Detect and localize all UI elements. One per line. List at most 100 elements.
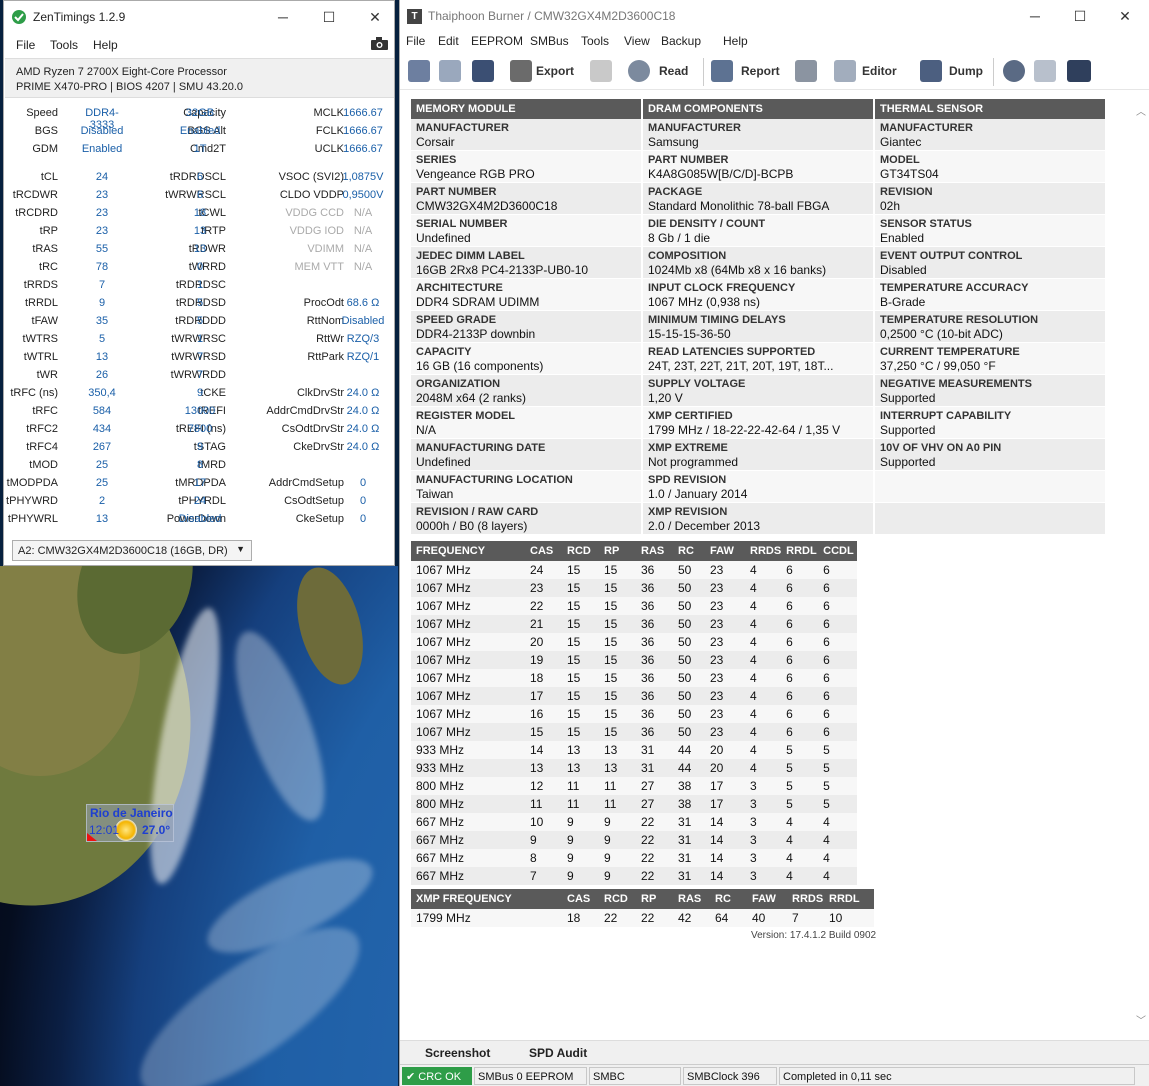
spd-field: REVISION / RAW CARD 0000h / B0 (8 layers) bbox=[411, 503, 641, 535]
table-cell: 6 bbox=[818, 615, 858, 633]
smbus-status: SMBus 0 EEPROM 53h bbox=[474, 1067, 587, 1085]
timing-row: tRAS 55 tRDWR 13 VDIMM N/A bbox=[4, 243, 394, 261]
table-cell: 36 bbox=[636, 633, 673, 651]
field-value: Corsair bbox=[416, 135, 455, 149]
dump-grid-icon[interactable] bbox=[920, 60, 942, 82]
table-header: RAS bbox=[636, 541, 673, 561]
report-button[interactable]: Report bbox=[741, 58, 780, 84]
timing-value: 24.0 Ω bbox=[346, 387, 380, 399]
spd-field: NEGATIVE MEASUREMENTS Supported bbox=[875, 375, 1105, 407]
menu-edit[interactable]: Edit bbox=[438, 34, 459, 48]
table-cell: 15 bbox=[562, 723, 599, 741]
timing-row: tMODPDA 25 tMRDPDA 17 AddrCmdSetup 0 bbox=[4, 477, 394, 495]
field-label: MANUFACTURING DATE bbox=[416, 442, 546, 454]
table-cell: 31 bbox=[673, 849, 705, 867]
table-cell: 50 bbox=[673, 705, 705, 723]
scroll-down-icon[interactable]: ﹀ bbox=[1136, 1012, 1146, 1027]
field-label: READ LATENCIES SUPPORTED bbox=[648, 346, 816, 358]
table-cell: 5 bbox=[781, 759, 819, 777]
maximize-button[interactable]: ☐ bbox=[1057, 0, 1103, 32]
menu-file[interactable]: File bbox=[406, 34, 425, 48]
timing-label: tPHYWRL bbox=[7, 513, 58, 525]
table-cell: 36 bbox=[636, 597, 673, 615]
table-cell: 4 bbox=[745, 669, 782, 687]
close-button[interactable]: ✕ bbox=[1102, 0, 1148, 32]
tab-spd-audit[interactable]: SPD Audit bbox=[529, 1046, 587, 1060]
menu-smbus[interactable]: SMBus bbox=[530, 34, 569, 48]
lock-icon[interactable] bbox=[590, 60, 612, 82]
title-bar[interactable]: ZenTimings 1.2.9 ─ ☐ ✕ bbox=[4, 1, 394, 33]
menu-eeprom[interactable]: EEPROM bbox=[471, 34, 523, 48]
oscilloscope-icon[interactable] bbox=[1067, 60, 1091, 82]
table-cell: 15 bbox=[525, 723, 562, 741]
field-value: Not programmed bbox=[648, 455, 739, 469]
table-cell: 1067 MHz bbox=[411, 615, 525, 633]
field-value: Taiwan bbox=[416, 487, 454, 501]
title-bar[interactable]: T Thaiphoon Burner / CMW32GX4M2D3600C18 … bbox=[400, 0, 1149, 32]
vertical-scrollbar[interactable]: ︿ ﹀ bbox=[1133, 99, 1149, 1031]
settings-gear-icon[interactable] bbox=[408, 60, 430, 82]
report-icon[interactable] bbox=[711, 60, 733, 82]
camera-icon[interactable] bbox=[371, 37, 388, 50]
table-header: RRDS bbox=[745, 541, 782, 561]
wrench-icon[interactable] bbox=[795, 60, 817, 82]
weather-widget[interactable]: Rio de Janeiro 12:01 27.0° bbox=[86, 804, 174, 842]
export-button[interactable]: Export bbox=[536, 58, 574, 84]
spd-field: XMP EXTREME Not programmed bbox=[643, 439, 873, 471]
editor-button[interactable]: Editor bbox=[862, 58, 897, 84]
field-label: MANUFACTURING LOCATION bbox=[416, 474, 573, 486]
timing-row: Speed DDR4-3333 Capacity 32GB MCLK 1666.67 bbox=[4, 107, 394, 131]
open-folder-icon[interactable] bbox=[439, 60, 461, 82]
field-label: COMPOSITION bbox=[648, 250, 727, 262]
table-cell: 36 bbox=[636, 723, 673, 741]
menu-bar: File Edit EEPROM SMBus Tools View Backup Help bbox=[400, 32, 1149, 52]
scroll-up-icon[interactable]: ︿ bbox=[1136, 103, 1146, 118]
table-cell: 9 bbox=[562, 813, 599, 831]
document-icon[interactable] bbox=[1034, 60, 1056, 82]
table-cell: 6 bbox=[818, 579, 858, 597]
spd-field: PACKAGE Standard Monolithic 78-ball FBGA bbox=[643, 183, 873, 215]
timing-label: tMOD bbox=[29, 459, 58, 471]
dump-button[interactable]: Dump bbox=[949, 58, 983, 84]
tab-screenshot[interactable]: Screenshot bbox=[425, 1046, 490, 1060]
minimize-button[interactable]: ─ bbox=[260, 1, 306, 33]
table-cell: 14 bbox=[705, 867, 745, 885]
menu-tools[interactable]: Tools bbox=[581, 34, 609, 48]
table-cell: 24 bbox=[525, 561, 562, 579]
table-row: 1067 MHz 16 15 15 36 50 23 4 6 6 bbox=[411, 705, 858, 723]
timing-row: tPHYWRL 13 PowerDown Disabled CkeSetup 0 bbox=[4, 513, 394, 531]
table-cell: 11 bbox=[599, 795, 636, 813]
export-icon[interactable] bbox=[510, 60, 532, 82]
table-cell: 22 bbox=[525, 597, 562, 615]
spd-field: EVENT OUTPUT CONTROL Disabled bbox=[875, 247, 1105, 279]
maximize-button[interactable]: ☐ bbox=[306, 1, 352, 33]
field-value: Supported bbox=[880, 455, 936, 469]
menu-view[interactable]: View bbox=[624, 34, 650, 48]
timing-value: 0 bbox=[359, 495, 367, 507]
dimm-select-dropdown[interactable]: A2: CMW32GX4M2D3600C18 (16GB, DR) ▼ bbox=[12, 540, 252, 561]
menu-help[interactable]: Help bbox=[93, 38, 118, 52]
minimize-button[interactable]: ─ bbox=[1012, 0, 1058, 32]
menu-help[interactable]: Help bbox=[723, 34, 748, 48]
table-cell: 31 bbox=[636, 741, 673, 759]
table-cell: 44 bbox=[673, 741, 705, 759]
editor-icon[interactable] bbox=[834, 60, 856, 82]
table-cell: 4 bbox=[745, 561, 782, 579]
save-disk-icon[interactable] bbox=[472, 60, 494, 82]
table-cell: 64 bbox=[710, 909, 747, 927]
field-label: SERIES bbox=[416, 154, 457, 166]
spd-field: SPEED GRADE DDR4-2133P downbin bbox=[411, 311, 641, 343]
table-cell: 667 MHz bbox=[411, 831, 525, 849]
read-button[interactable]: Read bbox=[659, 58, 688, 84]
timing-label: CkeDrvStr bbox=[293, 441, 344, 453]
chip-scan-icon[interactable] bbox=[1003, 60, 1025, 82]
menu-tools[interactable]: Tools bbox=[50, 38, 78, 52]
table-cell: 15 bbox=[562, 687, 599, 705]
menu-file[interactable]: File bbox=[16, 38, 35, 52]
menu-backup[interactable]: Backup bbox=[661, 34, 701, 48]
read-magnifier-icon[interactable] bbox=[628, 60, 650, 82]
close-button[interactable]: ✕ bbox=[352, 1, 398, 33]
field-value: 8 Gb / 1 die bbox=[648, 231, 711, 245]
field-label: TEMPERATURE ACCURACY bbox=[880, 282, 1029, 294]
field-label: ORGANIZATION bbox=[416, 378, 501, 390]
